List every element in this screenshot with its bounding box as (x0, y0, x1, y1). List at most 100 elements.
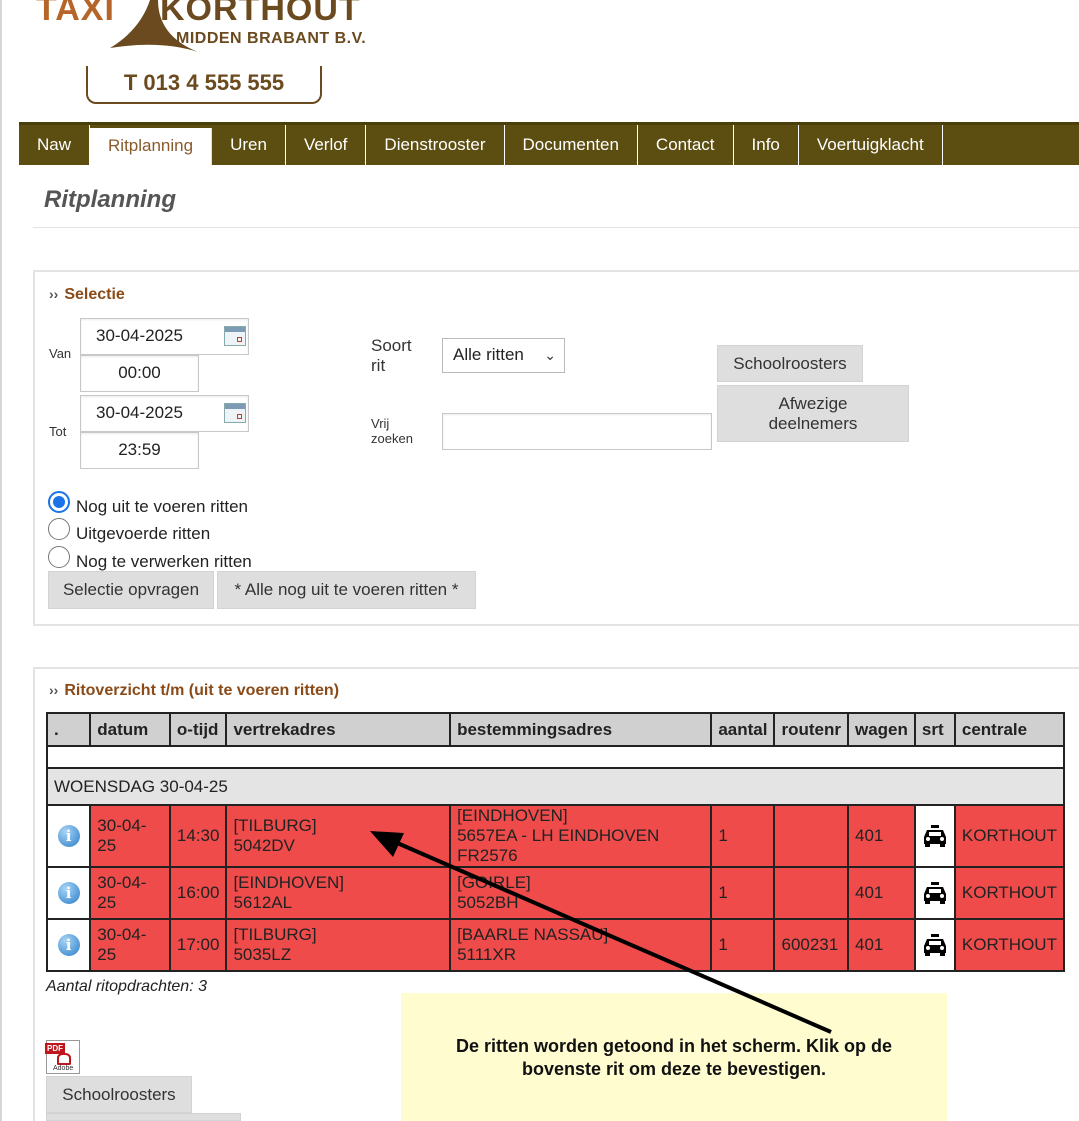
chevron-down-icon: ⌄ (544, 347, 556, 363)
nav-item-uren[interactable]: Uren (212, 125, 286, 165)
bestemming-plaats: [GOIRLE] (457, 873, 531, 892)
vertrek-plaats: [TILBURG] (233, 925, 317, 944)
vertrek-postcode: 5035LZ (233, 945, 292, 964)
radio-button[interactable] (48, 491, 70, 513)
afwezige-label-line1: Afwezige (778, 394, 848, 413)
col-header: datum (89, 712, 171, 747)
taxi-icon (923, 882, 946, 904)
selectie-opvragen-button[interactable]: Selectie opvragen (48, 571, 214, 609)
cell-aantal: 1 (710, 866, 776, 920)
calendar-icon[interactable] (224, 326, 246, 346)
afwezige-deelnemers-button[interactable]: Afwezige deelnemers (717, 385, 909, 442)
table-row[interactable]: i 30-04-25 17:00 [TILBURG] 5035LZ [BAARLE… (45, 918, 1066, 972)
nav-item-verlof[interactable]: Verlof (286, 125, 367, 165)
nav-item-dienstrooster[interactable]: Dienstrooster (366, 125, 505, 165)
info-icon[interactable]: i (57, 934, 80, 956)
nav-item-ritplanning[interactable]: Ritplanning (90, 128, 213, 165)
nav-item-documenten[interactable]: Documenten (505, 125, 638, 165)
logo-text-korthout: KORTHOUT (160, 0, 361, 28)
radio-label: Nog te verwerken ritten (76, 552, 252, 571)
cell-wagen: 401 (846, 804, 916, 868)
table-row[interactable]: i 30-04-25 16:00 [EINDHOVEN] 5612AL [GOIR… (45, 866, 1066, 920)
instruction-callout: De ritten worden getoond in het scherm. … (401, 993, 947, 1121)
cell-datum: 30-04-25 (89, 918, 171, 972)
cell-wagen: 401 (846, 866, 916, 920)
soort-rit-label-line2: rit (371, 356, 386, 375)
radio-button[interactable] (48, 518, 70, 540)
logo-phone: T 013 4 555 555 (86, 66, 322, 104)
callout-line2: bovenste rit om deze te bevestigen. (521, 1059, 827, 1079)
info-cell[interactable]: i (45, 918, 92, 972)
info-icon[interactable]: i (57, 882, 80, 904)
cell-vertrekadres: [TILBURG] 5035LZ (225, 918, 452, 972)
radio-nog-te-verwerken[interactable]: Nog te verwerken ritten (48, 542, 252, 572)
cell-centrale: KORTHOUT (953, 866, 1066, 920)
company-logo: TAXI KORTHOUT MIDDEN BRABANT B.V. T 013 … (30, 0, 390, 108)
vrij-zoeken-input[interactable] (442, 413, 712, 450)
afwezige-label-line2: deelnemers (768, 414, 858, 433)
col-header: bestemmingsadres (449, 712, 713, 747)
alle-ritten-button[interactable]: * Alle nog uit te voeren ritten * (217, 571, 476, 609)
radio-label: Uitgevoerde ritten (76, 524, 211, 543)
partial-button-bottom[interactable] (46, 1113, 241, 1121)
logo-subtitle: MIDDEN BRABANT B.V. (176, 30, 367, 47)
info-cell[interactable]: i (45, 804, 92, 868)
cell-routenr (773, 804, 849, 868)
nav-item-voertuigklacht[interactable]: Voertuigklacht (799, 125, 943, 165)
soort-rit-label-line1: Soort (371, 336, 412, 355)
calendar-icon[interactable] (224, 403, 246, 423)
schoolroosters-button[interactable]: Schoolroosters (717, 345, 863, 382)
ritoverzicht-heading-label: Ritoverzicht t/m (uit te voeren ritten) (64, 682, 340, 699)
nav-item-contact[interactable]: Contact (638, 125, 734, 165)
cell-aantal: 1 (710, 804, 776, 868)
bestemming-postcode: 5052BH (457, 893, 519, 912)
cell-datum: 30-04-25 (89, 866, 171, 920)
title-divider (33, 227, 1079, 228)
rit-table: . datum o-tijd vertrekadres bestemmingsa… (45, 712, 1066, 972)
cell-srt (913, 918, 956, 972)
pdf-sub: Adobe (53, 1065, 74, 1072)
selectie-heading-label: Selectie (64, 286, 125, 303)
nav-item-info[interactable]: Info (734, 125, 799, 165)
chevron-right-icon: ›› (49, 682, 59, 698)
vrij-zoeken-label-line2: zoeken (371, 431, 413, 446)
chevron-right-icon: ›› (49, 286, 59, 302)
radio-uitgevoerde[interactable]: Uitgevoerde ritten (48, 514, 210, 544)
vertrek-postcode: 5612AL (233, 893, 293, 912)
spacer-row (46, 745, 1065, 769)
main-nav: Naw Ritplanning Uren Verlof Dienstrooste… (19, 122, 1079, 165)
soort-rit-value: Alle ritten (453, 345, 524, 364)
cell-vertrekadres: [EINDHOVEN] 5612AL (225, 866, 452, 920)
table-header-row: . datum o-tijd vertrekadres bestemmingsa… (45, 712, 1066, 747)
tot-time-input[interactable]: 23:59 (80, 432, 199, 469)
bestemming-plaats: [BAARLE NASSAU] (457, 925, 609, 944)
radio-nog-uit-te-voeren[interactable]: Nog uit te voeren ritten (48, 487, 248, 517)
left-border (0, 0, 2, 1121)
cell-datum: 30-04-25 (89, 804, 171, 868)
bestemming-plaats: [EINDHOVEN] (457, 806, 568, 825)
cell-vertrekadres: [TILBURG] 5042DV (225, 804, 452, 868)
van-time-input[interactable]: 00:00 (80, 355, 199, 392)
cell-centrale: KORTHOUT (953, 918, 1066, 972)
taxi-icon (923, 825, 946, 847)
table-row[interactable]: i 30-04-25 14:30 [TILBURG] 5042DV [EINDHO… (45, 804, 1066, 868)
cell-tijd: 17:00 (168, 918, 228, 972)
cell-aantal: 1 (710, 918, 776, 972)
col-header: vertrekadres (225, 712, 452, 747)
cell-routenr (773, 866, 849, 920)
radio-button[interactable] (48, 546, 70, 568)
nav-item-naw[interactable]: Naw (19, 125, 91, 165)
pdf-icon[interactable]: PDF Adobe (45, 1040, 80, 1074)
cell-srt (913, 804, 956, 868)
cell-wagen: 401 (846, 918, 916, 972)
soort-rit-select[interactable]: Alle ritten ⌄ (442, 338, 565, 373)
info-cell[interactable]: i (45, 866, 92, 920)
schoolroosters-button-bottom[interactable]: Schoolroosters (46, 1076, 192, 1113)
day-group-row: WOENSDAG 30-04-25 (46, 767, 1065, 806)
col-header: . (45, 712, 92, 747)
van-label: Van (49, 346, 72, 361)
info-icon[interactable]: i (57, 825, 80, 847)
col-header: centrale (953, 712, 1066, 747)
cell-routenr: 600231 (773, 918, 849, 972)
bestemming-postcode: 5657EA - LH EINDHOVEN FR2576 (457, 826, 660, 865)
